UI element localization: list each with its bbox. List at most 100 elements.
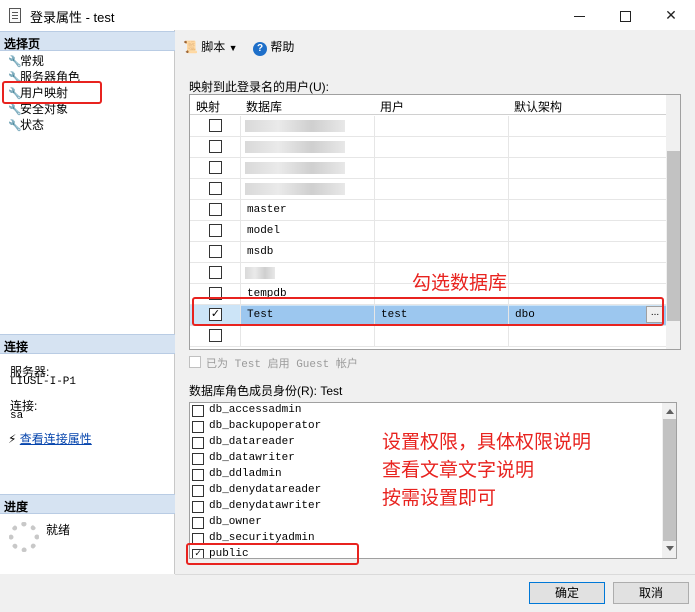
page-item-status[interactable]: 🔧状态: [8, 116, 44, 132]
wrench-icon: 🔧: [8, 120, 22, 132]
map-checkbox[interactable]: [209, 161, 222, 174]
roles-vertical-scrollbar[interactable]: [662, 403, 676, 558]
minimize-button[interactable]: [556, 0, 602, 30]
annotation-perm-line3: 按需设置即可: [382, 488, 497, 509]
close-button[interactable]: ✕: [648, 0, 694, 30]
map-checkbox[interactable]: [209, 245, 222, 258]
ok-button[interactable]: 确定: [529, 582, 605, 604]
role-name: db_denydatareader: [209, 484, 322, 496]
map-checkbox[interactable]: [209, 224, 222, 237]
cancel-button[interactable]: 取消: [613, 582, 689, 604]
connection-header: 连接: [0, 334, 175, 354]
grid-row[interactable]: [190, 158, 666, 179]
progress-status: 就绪: [46, 523, 71, 537]
help-button[interactable]: ? 帮助: [253, 38, 294, 56]
user-cell[interactable]: [374, 326, 508, 347]
grid-row[interactable]: [190, 116, 666, 137]
map-cell[interactable]: [190, 158, 240, 179]
map-cell[interactable]: [190, 221, 240, 242]
database-name: master: [247, 204, 287, 216]
schema-cell[interactable]: [508, 179, 666, 200]
role-name: db_datareader: [209, 436, 295, 448]
schema-cell[interactable]: [508, 242, 666, 263]
schema-cell[interactable]: [508, 221, 666, 242]
schema-cell[interactable]: [508, 263, 666, 284]
map-checkbox[interactable]: [209, 203, 222, 216]
map-cell[interactable]: [190, 179, 240, 200]
wrench-icon: 🔧: [8, 104, 22, 116]
role-checkbox[interactable]: [192, 405, 204, 417]
maximize-button[interactable]: [602, 0, 648, 30]
user-cell[interactable]: [374, 116, 508, 137]
scroll-up-icon[interactable]: [666, 409, 674, 414]
progress-header: 进度: [0, 494, 175, 514]
map-cell[interactable]: [190, 137, 240, 158]
role-checkbox[interactable]: [192, 517, 204, 529]
annotation-box-test-row: [192, 297, 664, 326]
schema-cell[interactable]: [508, 326, 666, 347]
view-connection-properties[interactable]: ⚡ 查看连接属性: [8, 430, 92, 447]
map-checkbox[interactable]: [209, 329, 222, 342]
col-database: 数据库: [246, 100, 283, 114]
grid-row[interactable]: master: [190, 200, 666, 221]
redacted-db-name: [245, 267, 275, 279]
database-cell[interactable]: master: [240, 200, 374, 221]
user-cell[interactable]: [374, 158, 508, 179]
role-checkbox[interactable]: [192, 453, 204, 465]
map-checkbox[interactable]: [209, 182, 222, 195]
scroll-down-icon[interactable]: [666, 546, 674, 551]
user-cell[interactable]: [374, 200, 508, 221]
database-name: msdb: [247, 246, 274, 258]
app-icon: [9, 8, 21, 23]
role-checkbox[interactable]: [192, 501, 204, 513]
grid-row[interactable]: [190, 137, 666, 158]
script-button[interactable]: 📜 脚本 ▼: [183, 38, 238, 55]
map-cell[interactable]: [190, 200, 240, 221]
database-cell[interactable]: [240, 137, 374, 158]
left-panel: 选择页 🔧常规 🔧服务器角色 🔧用户映射 🔧安全对象 🔧状态 连接 服务器: L…: [0, 30, 175, 574]
map-checkbox[interactable]: [209, 266, 222, 279]
database-cell[interactable]: [240, 326, 374, 347]
map-cell[interactable]: [190, 116, 240, 137]
scrollbar-thumb[interactable]: [663, 419, 676, 541]
database-cell[interactable]: [240, 263, 374, 284]
grid-row[interactable]: [190, 179, 666, 200]
close-icon: ✕: [665, 7, 677, 23]
user-cell[interactable]: [374, 179, 508, 200]
window-title: 登录属性 - test: [30, 10, 115, 25]
role-checkbox[interactable]: [192, 421, 204, 433]
guest-checkbox[interactable]: [189, 356, 201, 368]
redacted-db-name: [245, 120, 345, 132]
database-cell[interactable]: [240, 179, 374, 200]
annotation-box-public: [186, 543, 359, 565]
map-cell[interactable]: [190, 242, 240, 263]
map-checkbox[interactable]: [209, 119, 222, 132]
scrollbar-thumb[interactable]: [667, 151, 680, 321]
database-cell[interactable]: model: [240, 221, 374, 242]
role-name: db_denydatawriter: [209, 500, 322, 512]
grid-row[interactable]: model: [190, 221, 666, 242]
role-checkbox[interactable]: [192, 485, 204, 497]
schema-cell[interactable]: [508, 137, 666, 158]
schema-cell[interactable]: [508, 200, 666, 221]
grid-row[interactable]: msdb: [190, 242, 666, 263]
grid-header: 映射 数据库 用户 默认架构: [190, 95, 666, 115]
database-cell[interactable]: msdb: [240, 242, 374, 263]
role-checkbox[interactable]: [192, 437, 204, 449]
database-cell[interactable]: [240, 116, 374, 137]
user-cell[interactable]: [374, 137, 508, 158]
schema-cell[interactable]: [508, 116, 666, 137]
schema-cell[interactable]: [508, 158, 666, 179]
map-cell[interactable]: [190, 326, 240, 347]
page-item-general[interactable]: 🔧常规: [8, 52, 44, 68]
user-cell[interactable]: [374, 242, 508, 263]
title-bar: 登录属性 - test ✕: [0, 0, 695, 30]
grid-vertical-scrollbar[interactable]: [666, 95, 680, 349]
user-cell[interactable]: [374, 221, 508, 242]
role-checkbox[interactable]: [192, 469, 204, 481]
map-checkbox[interactable]: [209, 140, 222, 153]
grid-row[interactable]: [190, 326, 666, 347]
wrench-icon: 🔧: [8, 56, 22, 68]
map-cell[interactable]: [190, 263, 240, 284]
database-cell[interactable]: [240, 158, 374, 179]
